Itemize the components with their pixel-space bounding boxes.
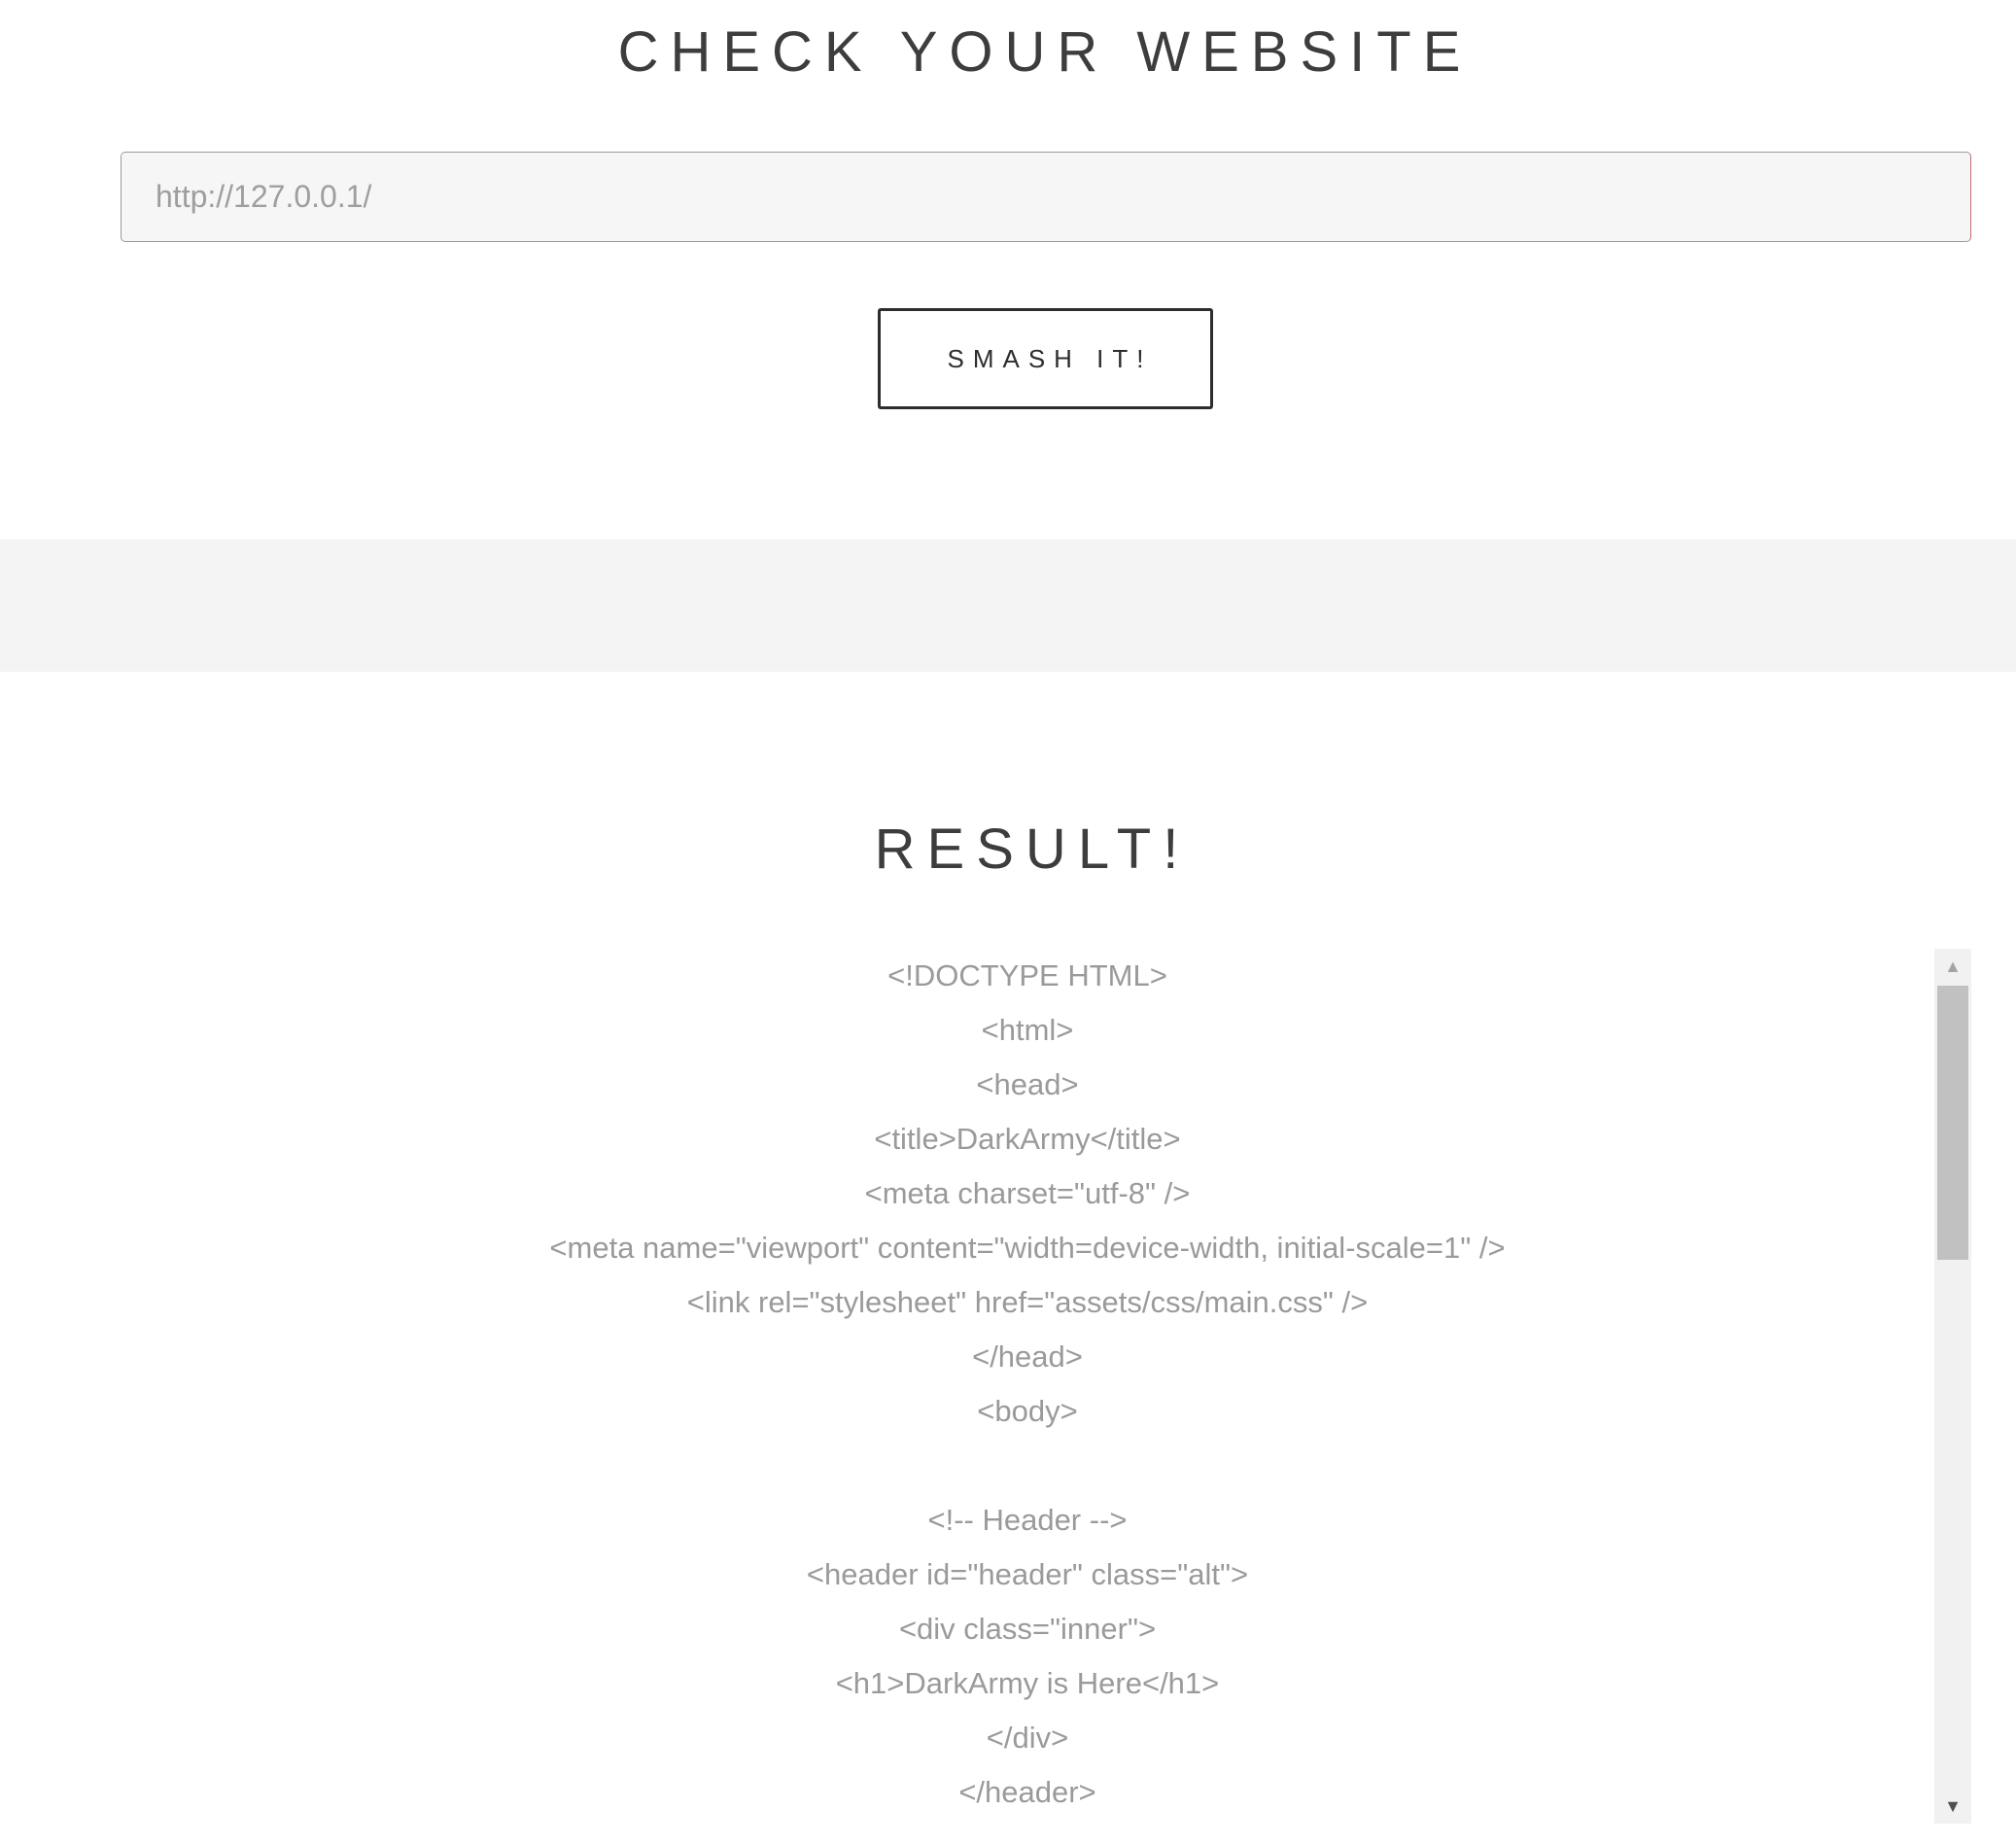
code-line: <title>DarkArmy</title>	[874, 1122, 1181, 1156]
check-section: CHECK YOUR WEBSITE SMASH IT!	[0, 0, 2016, 539]
result-code-lines: <!DOCTYPE HTML> <html> <head> <title>Dar…	[121, 949, 1934, 1820]
code-line: </head>	[972, 1340, 1083, 1374]
triangle-up-icon[interactable]: ▲	[1934, 949, 1971, 984]
code-line: <!-- Header -->	[927, 1503, 1128, 1537]
code-line: </header>	[958, 1775, 1096, 1809]
code-line: <link rel="stylesheet" href="assets/css/…	[686, 1285, 1369, 1319]
code-line: </div>	[986, 1721, 1069, 1755]
code-line: <meta name="viewport" content="width=dev…	[549, 1231, 1506, 1265]
result-title: RESULT!	[874, 818, 1191, 881]
code-line: <h1>DarkArmy is Here</h1>	[835, 1666, 1220, 1700]
section-divider-band	[0, 539, 2016, 672]
scrollbar-thumb[interactable]	[1937, 986, 1968, 1260]
code-line: <html>	[981, 1013, 1074, 1047]
code-line: <head>	[976, 1067, 1079, 1101]
result-output[interactable]: <!DOCTYPE HTML> <html> <head> <title>Dar…	[121, 949, 1971, 1824]
code-line: <body>	[977, 1394, 1078, 1428]
page-title: CHECK YOUR WEBSITE	[617, 20, 1473, 84]
code-line: <div class="inner">	[898, 1612, 1157, 1646]
code-line: <header id="header" class="alt">	[806, 1557, 1249, 1591]
code-line: <meta charset="utf-8" />	[864, 1176, 1191, 1210]
code-line: <!DOCTYPE HTML>	[887, 958, 1167, 992]
result-scrollbar[interactable]: ▲ ▼	[1934, 949, 1971, 1824]
smash-it-button[interactable]: SMASH IT!	[878, 308, 1213, 409]
url-input[interactable]	[121, 152, 1971, 242]
triangle-down-icon[interactable]: ▼	[1934, 1789, 1971, 1824]
